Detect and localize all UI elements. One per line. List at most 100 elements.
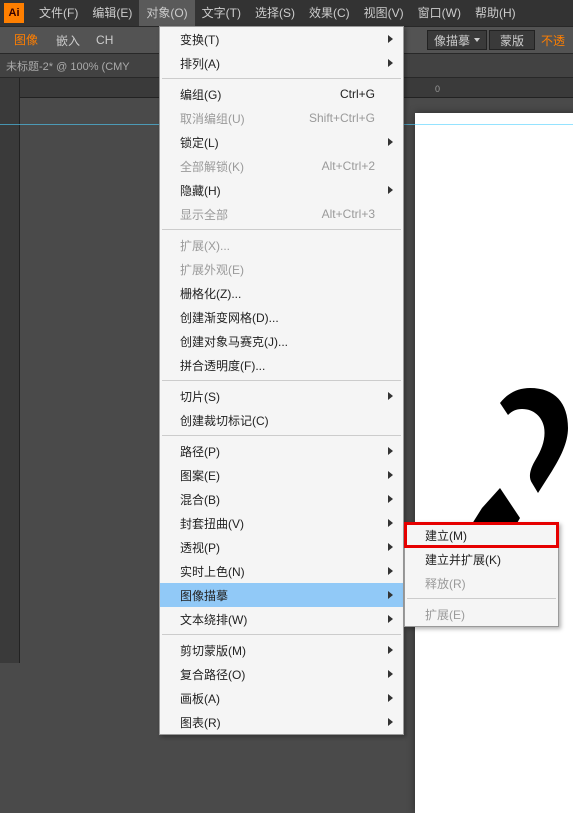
menu-entry: 扩展(X)...	[160, 233, 403, 257]
menu-entry-label: 取消编组(U)	[180, 110, 245, 127]
menu-entry: 扩展(E)	[405, 602, 558, 626]
ruler-vertical	[0, 78, 20, 663]
menu-item[interactable]: 选择(S)	[248, 0, 302, 26]
menu-entry[interactable]: 路径(P)	[160, 439, 403, 463]
menu-entry-label: 锁定(L)	[180, 134, 219, 151]
menu-item[interactable]: 文字(T)	[195, 0, 248, 26]
menu-shortcut: Shift+Ctrl+G	[309, 111, 375, 125]
menu-shortcut: Alt+Ctrl+3	[322, 207, 375, 221]
menu-entry[interactable]: 创建对象马赛克(J)...	[160, 329, 403, 353]
submenu-arrow-icon	[388, 543, 393, 551]
menu-entry[interactable]: 混合(B)	[160, 487, 403, 511]
chevron-down-icon	[474, 38, 480, 42]
menu-entry[interactable]: 剪切蒙版(M)	[160, 638, 403, 662]
menu-entry-label: 图表(R)	[180, 714, 221, 731]
menu-entry-label: 编组(G)	[180, 86, 221, 103]
menu-separator	[162, 634, 401, 635]
menu-entry[interactable]: 建立(M)	[405, 523, 558, 547]
menu-entry[interactable]: 实时上色(N)	[160, 559, 403, 583]
menu-entry[interactable]: 排列(A)	[160, 51, 403, 75]
submenu-arrow-icon	[388, 392, 393, 400]
embed-button[interactable]: 嵌入	[48, 32, 88, 49]
menu-entry-label: 透视(P)	[180, 539, 220, 556]
menu-separator	[162, 435, 401, 436]
menu-separator	[162, 380, 401, 381]
menu-entry[interactable]: 锁定(L)	[160, 130, 403, 154]
app-logo: Ai	[4, 3, 24, 23]
menu-entry[interactable]: 编组(G) Ctrl+G	[160, 82, 403, 106]
menu-entry-label: 封套扭曲(V)	[180, 515, 244, 532]
submenu-arrow-icon	[388, 138, 393, 146]
menu-item[interactable]: 文件(F)	[32, 0, 85, 26]
menu-entry-label: 显示全部	[180, 206, 228, 223]
menu-entry: 显示全部 Alt+Ctrl+3	[160, 202, 403, 226]
menu-entry-label: 图像描摹	[180, 587, 228, 604]
menu-entry: 全部解锁(K)Alt+Ctrl+2	[160, 154, 403, 178]
submenu-arrow-icon	[388, 519, 393, 527]
menubar: Ai 文件(F)编辑(E)对象(O)文字(T)选择(S)效果(C)视图(V)窗口…	[0, 0, 573, 26]
menu-separator	[407, 598, 556, 599]
menu-entry-label: 建立并扩展(K)	[425, 551, 501, 568]
menu-entry-label: 释放(R)	[425, 575, 466, 592]
ruler-tick: 0	[435, 84, 440, 94]
menu-entry-label: 文本绕排(W)	[180, 611, 247, 628]
menu-item[interactable]: 视图(V)	[357, 0, 411, 26]
menu-separator	[162, 229, 401, 230]
menu-entry[interactable]: 切片(S)	[160, 384, 403, 408]
submenu-arrow-icon	[388, 670, 393, 678]
menu-entry-label: 变换(T)	[180, 31, 219, 48]
menu-entry-label: 混合(B)	[180, 491, 220, 508]
menu-entry-label: 拼合透明度(F)...	[180, 357, 265, 374]
menu-entry-label: 扩展(E)	[425, 606, 465, 623]
menu-entry: 取消编组(U) Shift+Ctrl+G	[160, 106, 403, 130]
submenu-arrow-icon	[388, 615, 393, 623]
trace-dropdown[interactable]: 像描摹	[427, 30, 487, 50]
menu-entry[interactable]: 创建裁切标记(C)	[160, 408, 403, 432]
menu-item[interactable]: 效果(C)	[302, 0, 357, 26]
trace-dropdown-label: 像描摹	[434, 32, 470, 49]
menu-entry[interactable]: 文本绕排(W)	[160, 607, 403, 631]
submenu-arrow-icon	[388, 567, 393, 575]
menu-entry[interactable]: 拼合透明度(F)...	[160, 353, 403, 377]
menu-shortcut: Ctrl+G	[340, 87, 375, 101]
menu-entry: 扩展外观(E)	[160, 257, 403, 281]
menu-entry-label: 栅格化(Z)...	[180, 285, 241, 302]
submenu-arrow-icon	[388, 646, 393, 654]
menu-entry[interactable]: 栅格化(Z)...	[160, 281, 403, 305]
menu-entry-label: 创建裁切标记(C)	[180, 412, 269, 429]
menu-entry[interactable]: 建立并扩展(K)	[405, 547, 558, 571]
submenu-arrow-icon	[388, 495, 393, 503]
image-label: 图像	[4, 28, 48, 52]
menu-shortcut: Alt+Ctrl+2	[322, 159, 375, 173]
menu-entry[interactable]: 复合路径(O)	[160, 662, 403, 686]
submenu-arrow-icon	[388, 447, 393, 455]
menu-entry[interactable]: 变换(T)	[160, 27, 403, 51]
menu-item[interactable]: 对象(O)	[139, 0, 194, 26]
opacity-label: 不透	[537, 32, 569, 49]
menu-entry-label: 隐藏(H)	[180, 182, 221, 199]
menu-entry-label: 排列(A)	[180, 55, 220, 72]
menu-entry-label: 创建渐变网格(D)...	[180, 309, 279, 326]
menu-item[interactable]: 窗口(W)	[411, 0, 468, 26]
menu-entry[interactable]: 图表(R)	[160, 710, 403, 734]
menu-entry[interactable]: 透视(P)	[160, 535, 403, 559]
menu-entry[interactable]: 封套扭曲(V)	[160, 511, 403, 535]
menu-entry[interactable]: 创建渐变网格(D)...	[160, 305, 403, 329]
submenu-arrow-icon	[388, 59, 393, 67]
submenu-arrow-icon	[388, 35, 393, 43]
submenu-arrow-icon	[388, 591, 393, 599]
menu-item[interactable]: 编辑(E)	[85, 0, 139, 26]
menu-entry-label: 剪切蒙版(M)	[180, 642, 246, 659]
menu-entry-label: 画板(A)	[180, 690, 220, 707]
menu-entry[interactable]: 图像描摹	[160, 583, 403, 607]
menu-entry: 释放(R)	[405, 571, 558, 595]
menu-entry-label: 实时上色(N)	[180, 563, 245, 580]
ch-label: CH	[88, 33, 121, 47]
menu-entry[interactable]: 图案(E)	[160, 463, 403, 487]
document-tab[interactable]: 未标题-2* @ 100% (CMY	[6, 58, 130, 74]
menu-entry[interactable]: 隐藏(H)	[160, 178, 403, 202]
menu-item[interactable]: 帮助(H)	[468, 0, 523, 26]
menu-separator	[162, 78, 401, 79]
mask-button[interactable]: 蒙版	[489, 30, 535, 50]
menu-entry[interactable]: 画板(A)	[160, 686, 403, 710]
